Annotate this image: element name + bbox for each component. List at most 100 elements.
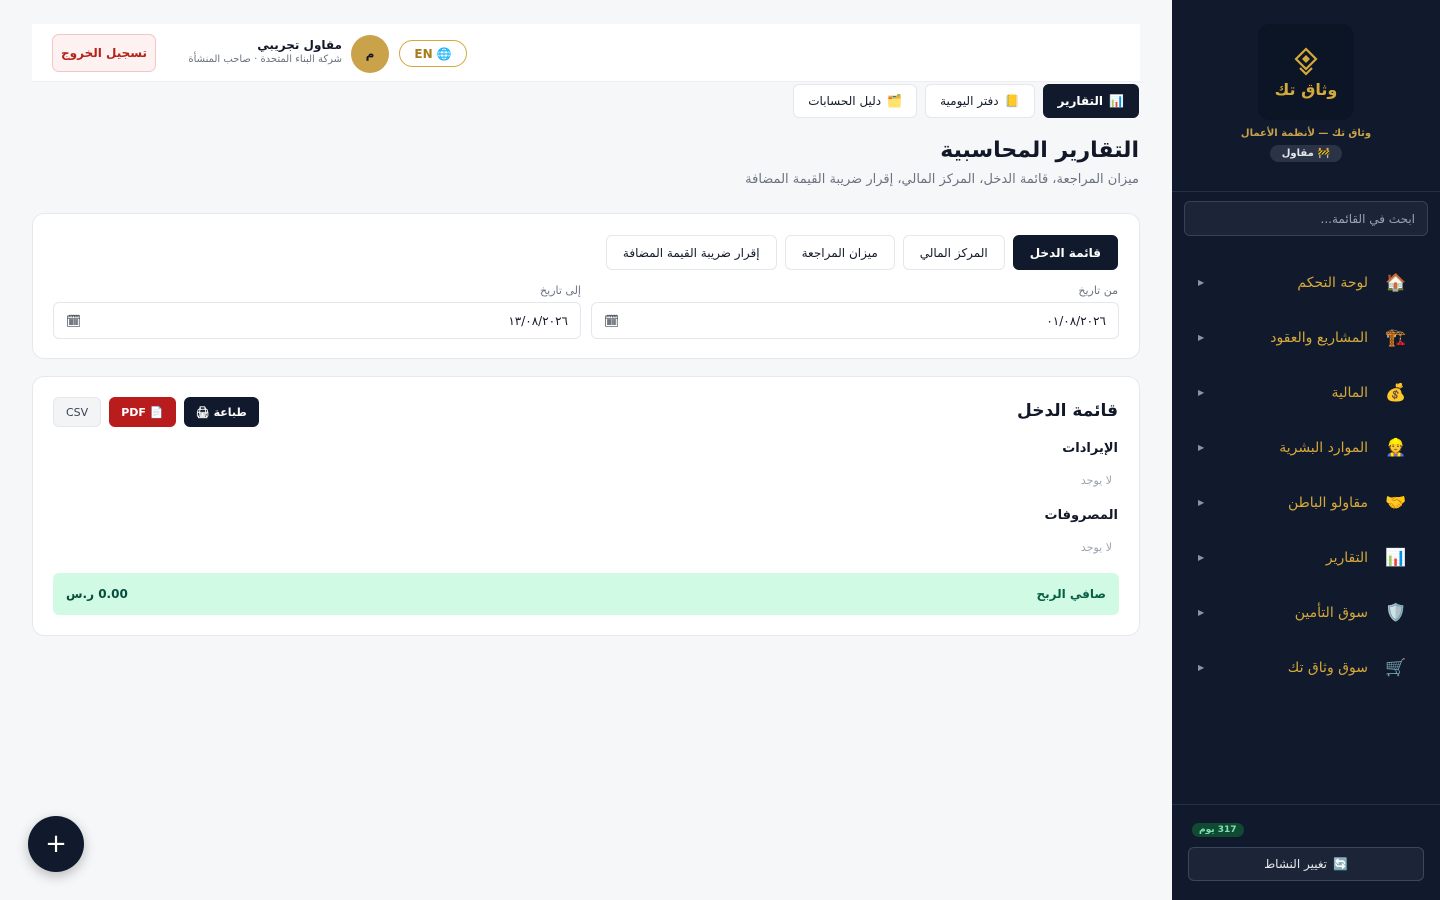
sidebar-item-projects[interactable]: 🏗️ المشاريع والعقود ▶ <box>1172 310 1440 365</box>
sidebar-nav: 🏠 لوحة التحكم ▶ 🏗️ المشاريع والعقود ▶ 💰 … <box>1172 255 1440 695</box>
logo-text: وثاق تك <box>1274 79 1338 99</box>
ledger-icon: 📒 <box>1004 94 1020 108</box>
sidebar-item-hr[interactable]: 👷 الموارد البشرية ▶ <box>1172 420 1440 475</box>
tab-label: دفتر اليومية <box>940 94 999 108</box>
role-badge: 🚧 مقاول <box>1269 145 1343 162</box>
language-label: EN <box>414 46 433 61</box>
cart-icon: 🛒 <box>1385 657 1407 678</box>
role-badge-label: مقاول <box>1281 148 1314 159</box>
tab-trial-balance[interactable]: ميزان المراجعة <box>784 235 895 270</box>
shield-icon: 🛡️ <box>1385 602 1407 623</box>
tab-journal[interactable]: 📒 دفتر اليومية <box>925 84 1035 118</box>
print-button[interactable]: 🖨 طباعة <box>183 397 259 427</box>
net-profit-label: صافي الربح <box>1036 587 1106 601</box>
sidebar-item-label: سوق وثاق تك <box>1287 659 1368 676</box>
sidebar-item-finance[interactable]: 💰 المالية ▶ <box>1172 365 1440 420</box>
tab-vat-return[interactable]: إقرار ضريبة القيمة المضافة <box>605 235 777 270</box>
logo-mark-icon <box>1294 46 1318 76</box>
worker-icon: 👷 <box>1385 437 1407 458</box>
from-date-value: ٠١/٠٨/٢٠٢٦ <box>1046 313 1106 328</box>
sidebar-item-dashboard[interactable]: 🏠 لوحة التحكم ▶ <box>1172 255 1440 310</box>
net-profit-value: 0.00 ر.س <box>66 587 128 601</box>
net-profit-row: صافي الربح 0.00 ر.س <box>53 573 1119 615</box>
report-type-tabs: قائمة الدخل المركز المالي ميزان المراجعة… <box>605 235 1118 270</box>
sidebar-item-label: التقارير <box>1325 549 1368 566</box>
export-csv-button[interactable]: CSV <box>53 397 102 427</box>
user-info: مقاول تجريبي شركة البناء المتحدة · صاحب … <box>174 38 342 65</box>
tab-balance-sheet[interactable]: المركز المالي <box>902 235 1005 270</box>
top-bar: تسجيل الخروج 🌐 EN م مقاول تجريبي شركة ال… <box>32 24 1140 82</box>
switch-activity-button[interactable]: 🔄 تغيير النشاط <box>1188 847 1424 881</box>
sidebar: وثاق تك وثاق تك — لأنظمة الأعمال 🚧 مقاول… <box>1172 0 1440 900</box>
from-date-input[interactable]: ٠١/٠٨/٢٠٢٦ 🗓 <box>591 302 1119 339</box>
logo[interactable]: وثاق تك <box>1258 24 1354 120</box>
page-title: التقارير المحاسبية <box>940 138 1139 163</box>
sidebar-search-input[interactable] <box>1184 201 1428 236</box>
caret-icon: ▶ <box>1198 498 1205 507</box>
calendar-icon[interactable]: 🗓 <box>66 314 81 328</box>
export-pdf-button[interactable]: PDF 📄 <box>109 397 176 427</box>
caret-icon: ▶ <box>1198 278 1205 287</box>
sidebar-item-label: الموارد البشرية <box>1279 439 1368 456</box>
refresh-icon: 🔄 <box>1332 857 1348 871</box>
section-tabs: 📊 التقارير 📒 دفتر اليومية 🗂️ دليل الحساب… <box>793 84 1139 118</box>
from-date-label: من تاريخ <box>1078 284 1118 297</box>
calendar-icon[interactable]: 🗓 <box>604 314 619 328</box>
expenses-heading: المصروفات <box>1044 508 1119 523</box>
user-company: شركة البناء المتحدة · صاحب المنشأة <box>188 54 342 65</box>
construction-icon: 🚧 <box>1317 148 1331 159</box>
handshake-icon: 🤝 <box>1385 492 1407 513</box>
report-filter-card: قائمة الدخل المركز المالي ميزان المراجعة… <box>32 213 1140 359</box>
sidebar-item-label: مقاولو الباطن <box>1287 494 1368 511</box>
sidebar-item-label: سوق التأمين <box>1294 604 1368 621</box>
caret-icon: ▶ <box>1198 388 1205 397</box>
print-label: طباعة <box>213 405 247 419</box>
tab-chart-of-accounts[interactable]: 🗂️ دليل الحسابات <box>793 84 918 118</box>
days-remaining-badge: 317 يوم <box>1192 823 1244 837</box>
caret-icon: ▶ <box>1198 608 1205 617</box>
printer-icon: 🖨 <box>195 405 210 419</box>
caret-icon: ▶ <box>1198 663 1205 672</box>
language-toggle[interactable]: 🌐 EN <box>399 40 467 67</box>
sidebar-item-label: المالية <box>1331 384 1368 401</box>
to-date-value: ١٣/٠٨/٢٠٢٦ <box>508 313 568 328</box>
crane-icon: 🏗️ <box>1385 327 1407 348</box>
sidebar-item-insurance[interactable]: 🛡️ سوق التأمين ▶ <box>1172 585 1440 640</box>
home-icon: 🏠 <box>1385 272 1407 293</box>
sidebar-footer: 317 يوم 🔄 تغيير النشاط <box>1172 804 1440 900</box>
avatar[interactable]: م <box>351 35 389 73</box>
folder-icon: 🗂️ <box>887 94 903 108</box>
globe-icon: 🌐 <box>436 46 452 61</box>
caret-icon: ▶ <box>1198 443 1205 452</box>
page-subtitle: ميزان المراجعة، قائمة الدخل، المركز الما… <box>745 172 1139 187</box>
sidebar-item-subcontractors[interactable]: 🤝 مقاولو الباطن ▶ <box>1172 475 1440 530</box>
pdf-label: PDF <box>121 405 146 419</box>
caret-icon: ▶ <box>1198 333 1205 342</box>
sidebar-item-label: المشاريع والعقود <box>1270 329 1368 346</box>
brand-header: وثاق تك وثاق تك — لأنظمة الأعمال 🚧 مقاول <box>1172 0 1440 192</box>
switch-activity-label: تغيير النشاط <box>1264 857 1327 871</box>
export-actions: CSV PDF 📄 🖨 طباعة <box>53 397 259 427</box>
document-icon: 📄 <box>149 405 164 419</box>
tab-label: دليل الحسابات <box>808 94 882 108</box>
sidebar-item-marketplace[interactable]: 🛒 سوق وثاق تك ▶ <box>1172 640 1440 695</box>
caret-icon: ▶ <box>1198 553 1205 562</box>
user-name: مقاول تجريبي <box>257 38 342 52</box>
revenue-empty-text: لا يوجد <box>1080 474 1112 487</box>
sidebar-item-reports[interactable]: 📊 التقارير ▶ <box>1172 530 1440 585</box>
to-date-input[interactable]: ١٣/٠٨/٢٠٢٦ 🗓 <box>53 302 581 339</box>
bar-chart-icon: 📊 <box>1385 547 1407 568</box>
tab-income-statement[interactable]: قائمة الدخل <box>1012 235 1118 270</box>
bar-chart-icon: 📊 <box>1109 94 1124 108</box>
tab-label: التقارير <box>1057 94 1104 108</box>
logout-button[interactable]: تسجيل الخروج <box>52 34 156 72</box>
brand-tagline: وثاق تك — لأنظمة الأعمال <box>1240 128 1372 139</box>
add-fab-button[interactable]: + <box>28 816 84 872</box>
to-date-label: إلى تاريخ <box>540 284 581 297</box>
income-statement-card: قائمة الدخل CSV PDF 📄 🖨 طباعة الإيرادات … <box>32 376 1140 636</box>
sidebar-item-label: لوحة التحكم <box>1297 274 1368 291</box>
money-bag-icon: 💰 <box>1385 382 1407 403</box>
expenses-empty-text: لا يوجد <box>1080 541 1112 554</box>
income-statement-title: قائمة الدخل <box>1017 401 1118 421</box>
tab-reports[interactable]: 📊 التقارير <box>1042 84 1139 118</box>
